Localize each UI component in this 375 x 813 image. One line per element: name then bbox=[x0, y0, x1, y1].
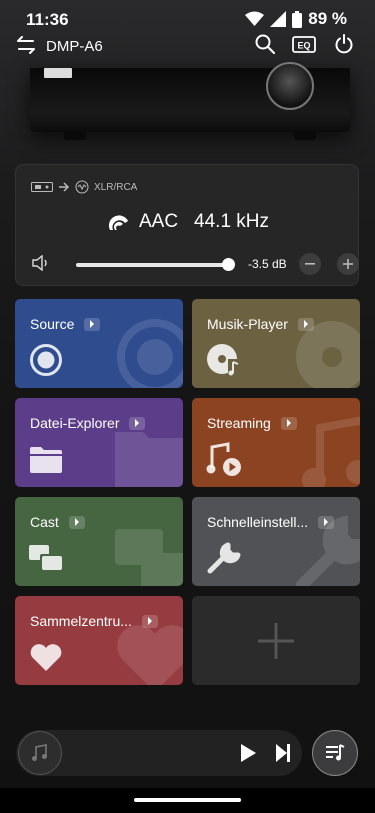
minus-icon bbox=[305, 263, 315, 265]
volume-down-button[interactable] bbox=[299, 253, 321, 275]
device-foot-left bbox=[64, 132, 86, 140]
volume-row: -3.5 dB bbox=[32, 253, 359, 276]
playback-info-card: XLR/RCA AAC 44.1 kHz -3.5 dB bbox=[15, 164, 359, 286]
volume-slider-thumb[interactable] bbox=[221, 258, 235, 271]
cast-icon bbox=[29, 545, 63, 576]
codec-icon bbox=[108, 215, 128, 230]
device-image bbox=[30, 62, 350, 140]
eq-icon[interactable]: EQ bbox=[292, 36, 316, 58]
device-foot-right bbox=[294, 132, 316, 140]
chevron-right-icon bbox=[68, 515, 85, 529]
mini-player[interactable] bbox=[16, 730, 302, 776]
heart-ghost-icon bbox=[115, 624, 183, 685]
music-disc-icon bbox=[206, 343, 240, 382]
tile-streaming-label: Streaming bbox=[207, 415, 271, 431]
wifi-icon bbox=[245, 11, 265, 26]
device-knob bbox=[266, 62, 314, 110]
volume-slider[interactable] bbox=[76, 258, 235, 271]
eq-label: EQ bbox=[297, 41, 310, 51]
album-art[interactable] bbox=[18, 731, 62, 775]
tile-source-label: Source bbox=[30, 316, 75, 332]
output-icon bbox=[75, 180, 89, 194]
add-icon bbox=[258, 622, 294, 659]
device-source-icon bbox=[31, 182, 53, 192]
tile-musik-player-label: Musik-Player bbox=[207, 316, 288, 332]
music-note-ghost-icon bbox=[302, 416, 360, 487]
chevron-right-icon bbox=[84, 317, 101, 331]
music-note-play-icon bbox=[206, 442, 242, 481]
heart-icon bbox=[29, 644, 63, 677]
search-icon[interactable] bbox=[255, 34, 276, 59]
tile-streaming[interactable]: Streaming bbox=[192, 398, 360, 487]
plus-icon bbox=[343, 259, 353, 269]
tile-cast-label: Cast bbox=[30, 514, 59, 530]
wrench-ghost-icon bbox=[292, 515, 360, 586]
skip-next-icon bbox=[276, 744, 290, 762]
source-ghost-icon bbox=[115, 317, 183, 388]
battery-icon bbox=[292, 10, 303, 28]
music-disc-ghost-icon bbox=[292, 317, 360, 388]
volume-value: -3.5 dB bbox=[248, 257, 287, 271]
power-icon[interactable] bbox=[334, 34, 354, 59]
wrench-icon bbox=[206, 541, 242, 582]
arrow-right-icon bbox=[59, 182, 70, 192]
device-logo bbox=[44, 68, 72, 78]
tile-sammelzentrum[interactable]: Sammelzentru... bbox=[15, 596, 183, 685]
audio-format: AAC 44.1 kHz bbox=[16, 211, 360, 233]
output-route: XLR/RCA bbox=[31, 180, 137, 194]
status-bar: 11:36 89 % bbox=[0, 0, 375, 36]
source-icon bbox=[29, 343, 63, 382]
folder-ghost-icon bbox=[115, 426, 183, 487]
tile-datei-explorer[interactable]: Datei-Explorer bbox=[15, 398, 183, 487]
cellular-signal-icon bbox=[270, 11, 287, 27]
sample-rate: 44.1 kHz bbox=[194, 211, 270, 232]
queue-button[interactable] bbox=[312, 730, 358, 776]
app-header: DMP-A6 EQ bbox=[0, 34, 375, 60]
volume-up-button[interactable] bbox=[337, 253, 359, 275]
swap-icon[interactable] bbox=[16, 36, 36, 59]
queue-icon bbox=[326, 744, 345, 761]
tile-musik-player[interactable]: Musik-Player bbox=[192, 299, 360, 388]
play-icon bbox=[241, 744, 256, 762]
music-note-icon bbox=[32, 744, 47, 761]
chevron-right-icon bbox=[280, 416, 297, 430]
tile-schnelleinstellungen[interactable]: Schnelleinstell... bbox=[192, 497, 360, 586]
status-time: 11:36 bbox=[26, 10, 69, 29]
add-tile-button[interactable] bbox=[192, 596, 360, 685]
device-name[interactable]: DMP-A6 bbox=[46, 38, 103, 55]
tile-cast[interactable]: Cast bbox=[15, 497, 183, 586]
folder-icon bbox=[29, 446, 63, 479]
output-route-label: XLR/RCA bbox=[94, 181, 138, 193]
home-indicator[interactable] bbox=[134, 798, 241, 802]
next-button[interactable] bbox=[275, 743, 291, 768]
system-nav-bar bbox=[0, 788, 375, 813]
tile-datei-explorer-label: Datei-Explorer bbox=[30, 415, 120, 431]
play-button[interactable] bbox=[240, 743, 257, 768]
cast-ghost-icon bbox=[115, 529, 183, 586]
speaker-icon[interactable] bbox=[32, 254, 50, 276]
format-label: AAC bbox=[138, 211, 179, 232]
battery-level: 89 % bbox=[308, 9, 347, 28]
tile-source[interactable]: Source bbox=[15, 299, 183, 388]
